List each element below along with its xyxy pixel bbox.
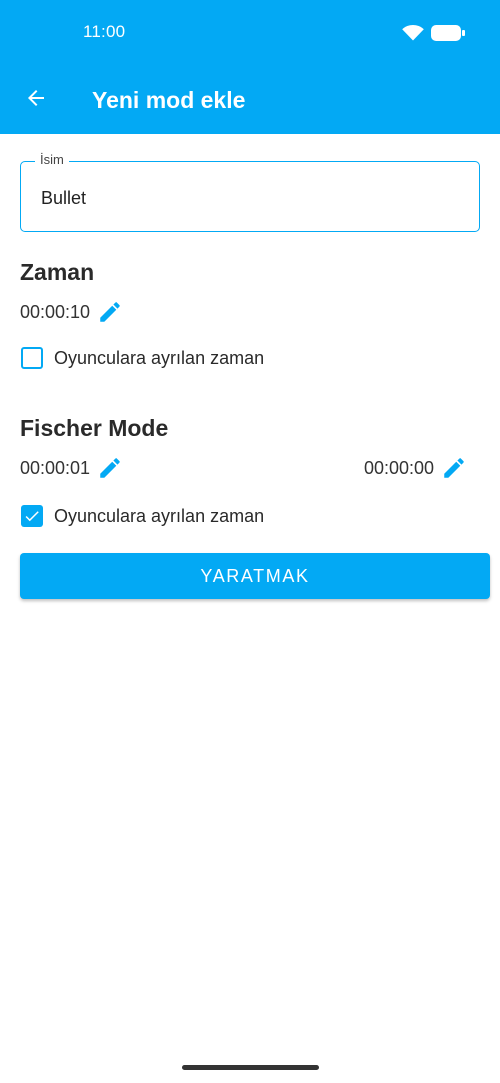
pencil-icon[interactable] [441,455,467,481]
time-section-heading: Zaman [20,259,95,285]
back-button[interactable] [14,76,58,120]
page-title: Yeni mod ekle [92,87,246,113]
arrow-back-icon [28,90,44,106]
status-time: 11:00 [83,22,126,41]
name-field-value[interactable]: Bullet [41,187,86,209]
wifi-icon [402,25,424,41]
fischer-section-heading: Fischer Mode [20,415,169,441]
pencil-icon[interactable] [97,455,123,481]
create-button[interactable]: YARATMAK [20,553,490,599]
name-field[interactable]: İsim Bullet [20,152,480,232]
time-allocated-checkbox[interactable] [21,347,43,369]
time-value: 00:00:10 [20,302,91,322]
fischer-base-time-value: 00:00:01 [20,458,91,478]
fischer-time-allocated-checkbox-row[interactable]: Oyunculara ayrılan zaman [21,505,264,527]
time-allocated-checkbox-row[interactable]: Oyunculara ayrılan zaman [21,347,264,369]
checkmark-icon [25,511,39,522]
home-indicator [182,1065,319,1070]
app-bar: 11:00 Yeni mod ekle [0,0,500,134]
time-allocated-label: Oyunculara ayrılan zaman [54,348,265,368]
fischer-time-allocated-checkbox[interactable] [21,505,43,527]
fischer-time-allocated-label: Oyunculara ayrılan zaman [54,506,265,526]
pencil-icon[interactable] [97,299,123,325]
battery-icon [431,25,465,41]
fischer-increment-time-value: 00:00:00 [364,458,435,478]
name-field-label: İsim [35,152,69,168]
fischer-base-time-row[interactable]: 00:00:01 [20,455,123,481]
time-edit-row[interactable]: 00:00:10 [20,299,123,325]
fischer-increment-time-row[interactable]: 00:00:00 [364,455,467,481]
